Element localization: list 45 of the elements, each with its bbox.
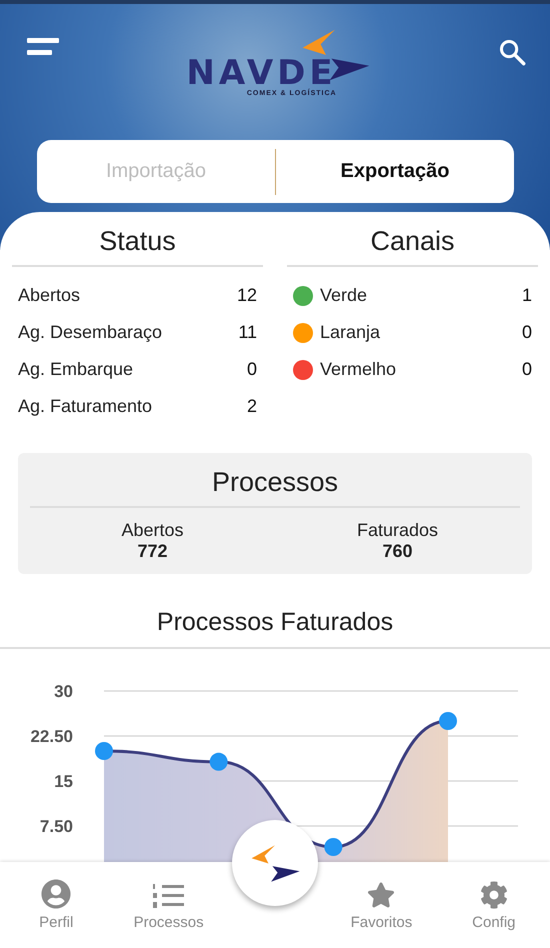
search-button[interactable] (498, 38, 526, 66)
profile-icon (41, 879, 72, 909)
channel-label: Vermelho (320, 359, 398, 380)
status-label: Ag. Faturamento (18, 396, 154, 417)
status-count: 0 (246, 359, 257, 380)
axis-label: 30 (54, 682, 73, 701)
status-count: 12 (236, 285, 257, 306)
channel-label: Laranja (320, 322, 382, 343)
star-icon (367, 881, 396, 909)
tab[interactable]: Importação (37, 140, 275, 203)
process-label: Faturados (356, 520, 438, 541)
logo-icon (249, 844, 301, 882)
nav-item[interactable]: Perfil (0, 862, 112, 948)
status-count: 11 (238, 322, 257, 343)
nav-item[interactable]: Favoritos (325, 862, 438, 948)
tab[interactable]: Exportação (276, 140, 514, 203)
menu-button[interactable] (27, 38, 59, 56)
process-count: 760 (382, 541, 413, 562)
nav-item[interactable]: Config (438, 862, 550, 948)
section-title: Canais (287, 226, 538, 267)
settings-icon (480, 881, 508, 909)
data-point (324, 838, 342, 856)
data-point (439, 712, 457, 730)
axis-label: 15 (54, 772, 73, 791)
data-point (95, 742, 113, 760)
menu-icon (27, 38, 59, 56)
axis-label: 22.50 (30, 727, 73, 746)
section-title: Status (12, 226, 263, 267)
status-label: Ag. Embarque (18, 359, 134, 380)
card-title: Processos (30, 467, 520, 508)
status-label: Abertos (18, 285, 82, 306)
chart-title: Processos Faturados (0, 608, 550, 649)
status-label: Ag. Desembaraço (18, 322, 164, 343)
nav-item[interactable]: Processos (112, 862, 225, 948)
channel-count: 1 (522, 285, 532, 306)
channel-count: 0 (522, 322, 532, 343)
axis-label: 7.50 (40, 817, 73, 836)
channel-label: Verde (320, 285, 368, 306)
logo-text: NAVDE (186, 56, 337, 90)
process-count: 772 (137, 541, 168, 562)
channel-count: 0 (522, 359, 532, 380)
search-icon (498, 38, 526, 66)
status-count: 2 (246, 396, 257, 417)
data-point (210, 752, 228, 771)
process-label: Abertos (121, 520, 184, 541)
